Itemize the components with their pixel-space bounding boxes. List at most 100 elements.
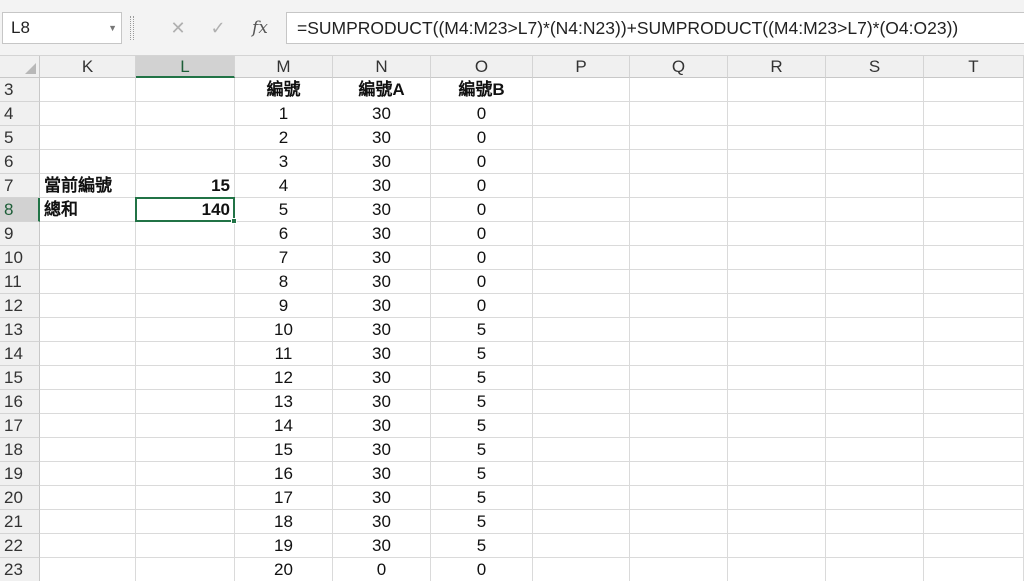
- cell-m22[interactable]: 19: [235, 534, 333, 558]
- cell-l6[interactable]: [136, 150, 235, 174]
- cell-o4[interactable]: 0: [431, 102, 533, 126]
- cell-k18[interactable]: [40, 438, 136, 462]
- column-header-n[interactable]: N: [333, 56, 431, 78]
- cell-t11[interactable]: [924, 270, 1024, 294]
- cell-r22[interactable]: [728, 534, 826, 558]
- cell-r19[interactable]: [728, 462, 826, 486]
- cell-t6[interactable]: [924, 150, 1024, 174]
- cell-r6[interactable]: [728, 150, 826, 174]
- cell-q13[interactable]: [630, 318, 728, 342]
- cell-q20[interactable]: [630, 486, 728, 510]
- cell-k14[interactable]: [40, 342, 136, 366]
- cell-p11[interactable]: [533, 270, 630, 294]
- cell-p22[interactable]: [533, 534, 630, 558]
- row-header[interactable]: 10: [0, 246, 40, 270]
- cell-s9[interactable]: [826, 222, 924, 246]
- cell-l4[interactable]: [136, 102, 235, 126]
- cell-s16[interactable]: [826, 390, 924, 414]
- cell-l11[interactable]: [136, 270, 235, 294]
- column-header-o[interactable]: O: [431, 56, 533, 78]
- insert-function-icon[interactable]: fx: [240, 12, 280, 44]
- cell-p18[interactable]: [533, 438, 630, 462]
- cell-p8[interactable]: [533, 198, 630, 222]
- cell-p23[interactable]: [533, 558, 630, 581]
- chevron-down-icon[interactable]: ▼: [108, 13, 117, 43]
- row-header[interactable]: 12: [0, 294, 40, 318]
- cell-r7[interactable]: [728, 174, 826, 198]
- cell-r10[interactable]: [728, 246, 826, 270]
- column-header-k[interactable]: K: [40, 56, 136, 78]
- cell-m21[interactable]: 18: [235, 510, 333, 534]
- cell-r14[interactable]: [728, 342, 826, 366]
- cell-t7[interactable]: [924, 174, 1024, 198]
- cell-l5[interactable]: [136, 126, 235, 150]
- cell-q22[interactable]: [630, 534, 728, 558]
- cell-s6[interactable]: [826, 150, 924, 174]
- cell-t18[interactable]: [924, 438, 1024, 462]
- cell-o12[interactable]: 0: [431, 294, 533, 318]
- cell-t5[interactable]: [924, 126, 1024, 150]
- cell-r8[interactable]: [728, 198, 826, 222]
- cell-m8[interactable]: 5: [235, 198, 333, 222]
- cell-p6[interactable]: [533, 150, 630, 174]
- row-header[interactable]: 16: [0, 390, 40, 414]
- cell-o13[interactable]: 5: [431, 318, 533, 342]
- cell-s19[interactable]: [826, 462, 924, 486]
- check-icon[interactable]: ✓: [198, 12, 238, 44]
- cell-n20[interactable]: 30: [333, 486, 431, 510]
- cell-t21[interactable]: [924, 510, 1024, 534]
- cell-s8[interactable]: [826, 198, 924, 222]
- cell-l3[interactable]: [136, 78, 235, 102]
- cell-q15[interactable]: [630, 366, 728, 390]
- cell-l23[interactable]: [136, 558, 235, 581]
- cell-o7[interactable]: 0: [431, 174, 533, 198]
- cell-r20[interactable]: [728, 486, 826, 510]
- cell-o11[interactable]: 0: [431, 270, 533, 294]
- cell-l8[interactable]: 140: [136, 198, 235, 222]
- cell-t16[interactable]: [924, 390, 1024, 414]
- row-header[interactable]: 15: [0, 366, 40, 390]
- cell-r5[interactable]: [728, 126, 826, 150]
- cell-n4[interactable]: 30: [333, 102, 431, 126]
- cell-s3[interactable]: [826, 78, 924, 102]
- column-header-q[interactable]: Q: [630, 56, 728, 78]
- cell-p13[interactable]: [533, 318, 630, 342]
- cell-m9[interactable]: 6: [235, 222, 333, 246]
- cell-q19[interactable]: [630, 462, 728, 486]
- cell-k4[interactable]: [40, 102, 136, 126]
- row-header[interactable]: 18: [0, 438, 40, 462]
- cell-l20[interactable]: [136, 486, 235, 510]
- cell-p9[interactable]: [533, 222, 630, 246]
- cell-r3[interactable]: [728, 78, 826, 102]
- cell-q16[interactable]: [630, 390, 728, 414]
- cell-t3[interactable]: [924, 78, 1024, 102]
- cell-n18[interactable]: 30: [333, 438, 431, 462]
- row-header[interactable]: 3: [0, 78, 40, 102]
- cell-s18[interactable]: [826, 438, 924, 462]
- cell-k11[interactable]: [40, 270, 136, 294]
- cell-o21[interactable]: 5: [431, 510, 533, 534]
- cell-m15[interactable]: 12: [235, 366, 333, 390]
- cell-o8[interactable]: 0: [431, 198, 533, 222]
- cell-s23[interactable]: [826, 558, 924, 581]
- cell-n10[interactable]: 30: [333, 246, 431, 270]
- cell-q12[interactable]: [630, 294, 728, 318]
- cell-p15[interactable]: [533, 366, 630, 390]
- cell-s20[interactable]: [826, 486, 924, 510]
- cell-o18[interactable]: 5: [431, 438, 533, 462]
- cell-l16[interactable]: [136, 390, 235, 414]
- cell-m17[interactable]: 14: [235, 414, 333, 438]
- column-header-p[interactable]: P: [533, 56, 630, 78]
- cell-n3[interactable]: 編號A: [333, 78, 431, 102]
- cell-m13[interactable]: 10: [235, 318, 333, 342]
- row-header[interactable]: 13: [0, 318, 40, 342]
- cell-o14[interactable]: 5: [431, 342, 533, 366]
- column-header-l[interactable]: L: [136, 56, 235, 78]
- cell-s14[interactable]: [826, 342, 924, 366]
- cell-q21[interactable]: [630, 510, 728, 534]
- column-header-s[interactable]: S: [826, 56, 924, 78]
- cell-r15[interactable]: [728, 366, 826, 390]
- cell-n17[interactable]: 30: [333, 414, 431, 438]
- cell-k8[interactable]: 總和: [40, 198, 136, 222]
- cell-n7[interactable]: 30: [333, 174, 431, 198]
